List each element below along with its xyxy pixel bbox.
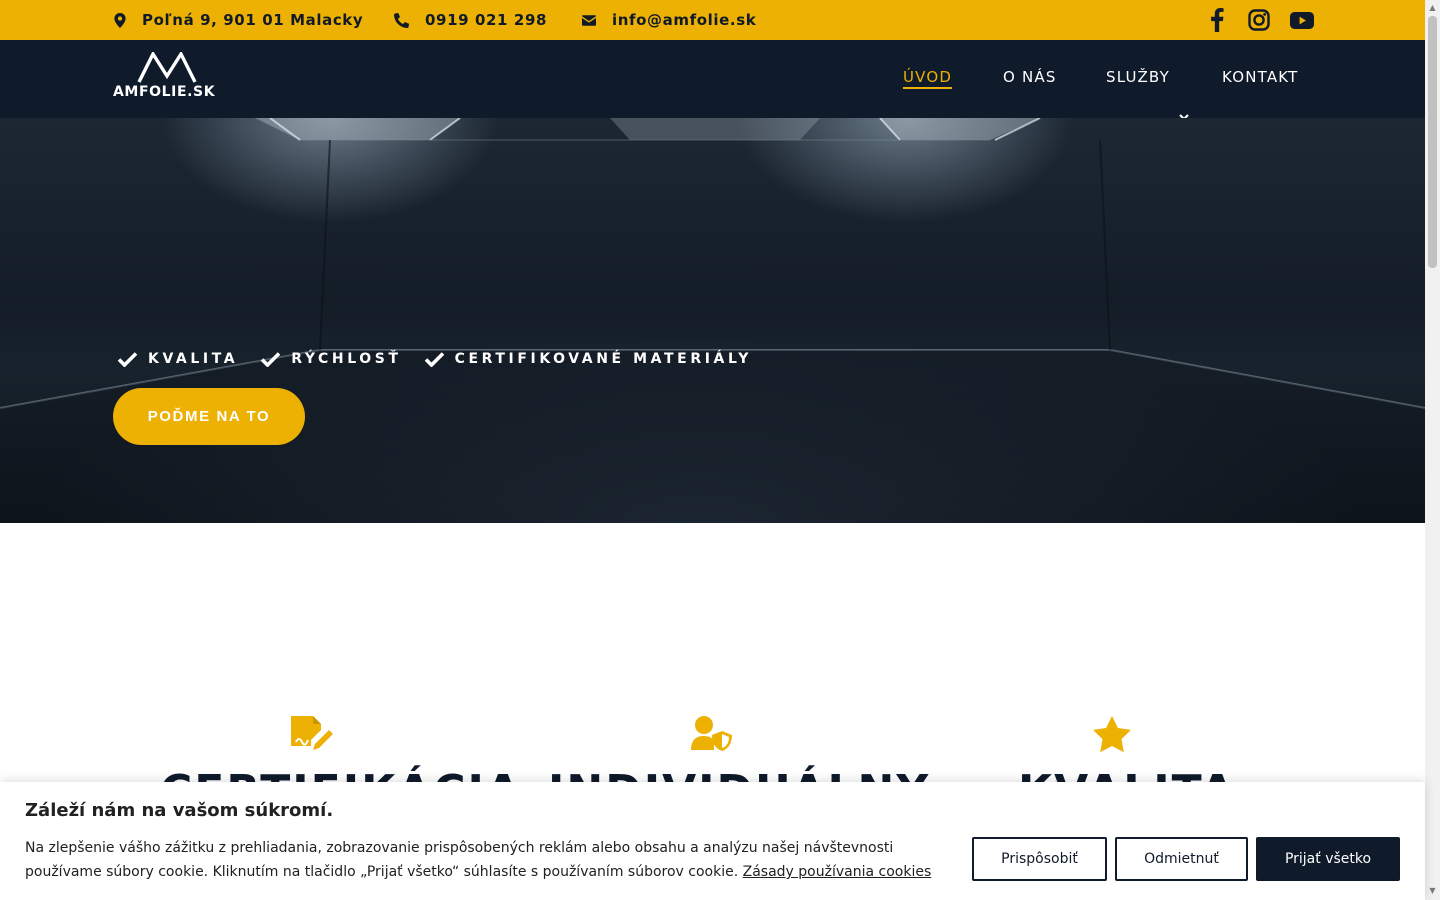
facebook-icon[interactable]	[1210, 8, 1224, 32]
hero-feature-list: KVALITA RÝCHLOSŤ CERTIFIKOVANÉ MATERIÁLY	[117, 347, 774, 371]
feature-label: KVALITA	[148, 351, 239, 367]
cookie-description: Na zlepšenie vášho zážitku z prehliadani…	[25, 836, 955, 884]
cookie-consent-banner: Záleží nám na vašom súkromí. Na zlepšeni…	[0, 782, 1425, 900]
customize-button[interactable]: Prispôsobiť	[972, 837, 1107, 881]
star-icon	[1093, 716, 1131, 753]
hero-background-image	[0, 118, 1425, 523]
cookie-policy-link[interactable]: Zásady používania cookies	[743, 864, 932, 880]
social-links	[1210, 0, 1314, 40]
address-text: Poľná 9, 901 01 Malacky	[142, 11, 364, 29]
main-navbar: AMFOLIE.SK ÚVOD O NÁS SLUŽBY KONTAKT	[0, 40, 1425, 121]
phone-item[interactable]: 0919 021 298	[394, 0, 547, 40]
feature-label: RÝCHLOSŤ	[291, 351, 402, 367]
nav-item-o-nas[interactable]: O NÁS	[1003, 68, 1057, 86]
scroll-down-arrow[interactable]: ▼	[1428, 886, 1437, 896]
feature-item: CERTIFIKOVANÉ MATERIÁLY	[424, 351, 752, 367]
youtube-icon[interactable]	[1290, 11, 1314, 29]
email-text: info@amfolie.sk	[612, 11, 757, 29]
nav-item-kontakt[interactable]: KONTAKT	[1222, 68, 1299, 86]
cookie-title: Záleží nám na vašom súkromí.	[25, 800, 334, 821]
user-shield-icon	[691, 716, 732, 751]
logo-mark-icon	[137, 52, 197, 83]
check-icon	[424, 352, 444, 367]
feature-item: RÝCHLOSŤ	[260, 351, 401, 367]
nav-item-sluzby[interactable]: SLUŽBY	[1106, 68, 1170, 86]
scroll-up-arrow[interactable]: ▲	[1428, 3, 1437, 13]
phone-icon	[394, 12, 409, 28]
nav-item-uvod[interactable]: ÚVOD	[903, 68, 953, 89]
accept-all-button[interactable]: Prijať všetko	[1256, 837, 1400, 881]
logo[interactable]: AMFOLIE.SK	[113, 52, 225, 102]
reject-button[interactable]: Odmietnuť	[1115, 837, 1248, 881]
signature-document-icon	[291, 716, 333, 750]
address-item: Poľná 9, 901 01 Malacky	[114, 0, 363, 40]
instagram-icon[interactable]	[1248, 9, 1270, 31]
scrollbar-thumb[interactable]	[1428, 16, 1437, 268]
check-icon	[117, 352, 138, 367]
top-contact-bar: Poľná 9, 901 01 Malacky 0919 021 298 inf…	[0, 0, 1425, 40]
feature-item: KVALITA	[117, 351, 238, 367]
feature-label: CERTIFIKOVANÉ MATERIÁLY	[454, 351, 753, 367]
hero-banner: KVALITA RÝCHLOSŤ CERTIFIKOVANÉ MATERIÁLY…	[0, 118, 1425, 523]
email-item[interactable]: info@amfolie.sk	[582, 0, 756, 40]
envelope-icon	[582, 14, 596, 26]
hero-cta-button[interactable]: POĎME NA TO	[113, 388, 305, 445]
logo-text: AMFOLIE.SK	[113, 84, 216, 100]
check-icon	[260, 352, 281, 367]
map-marker-icon	[114, 12, 126, 28]
phone-text: 0919 021 298	[425, 11, 548, 29]
